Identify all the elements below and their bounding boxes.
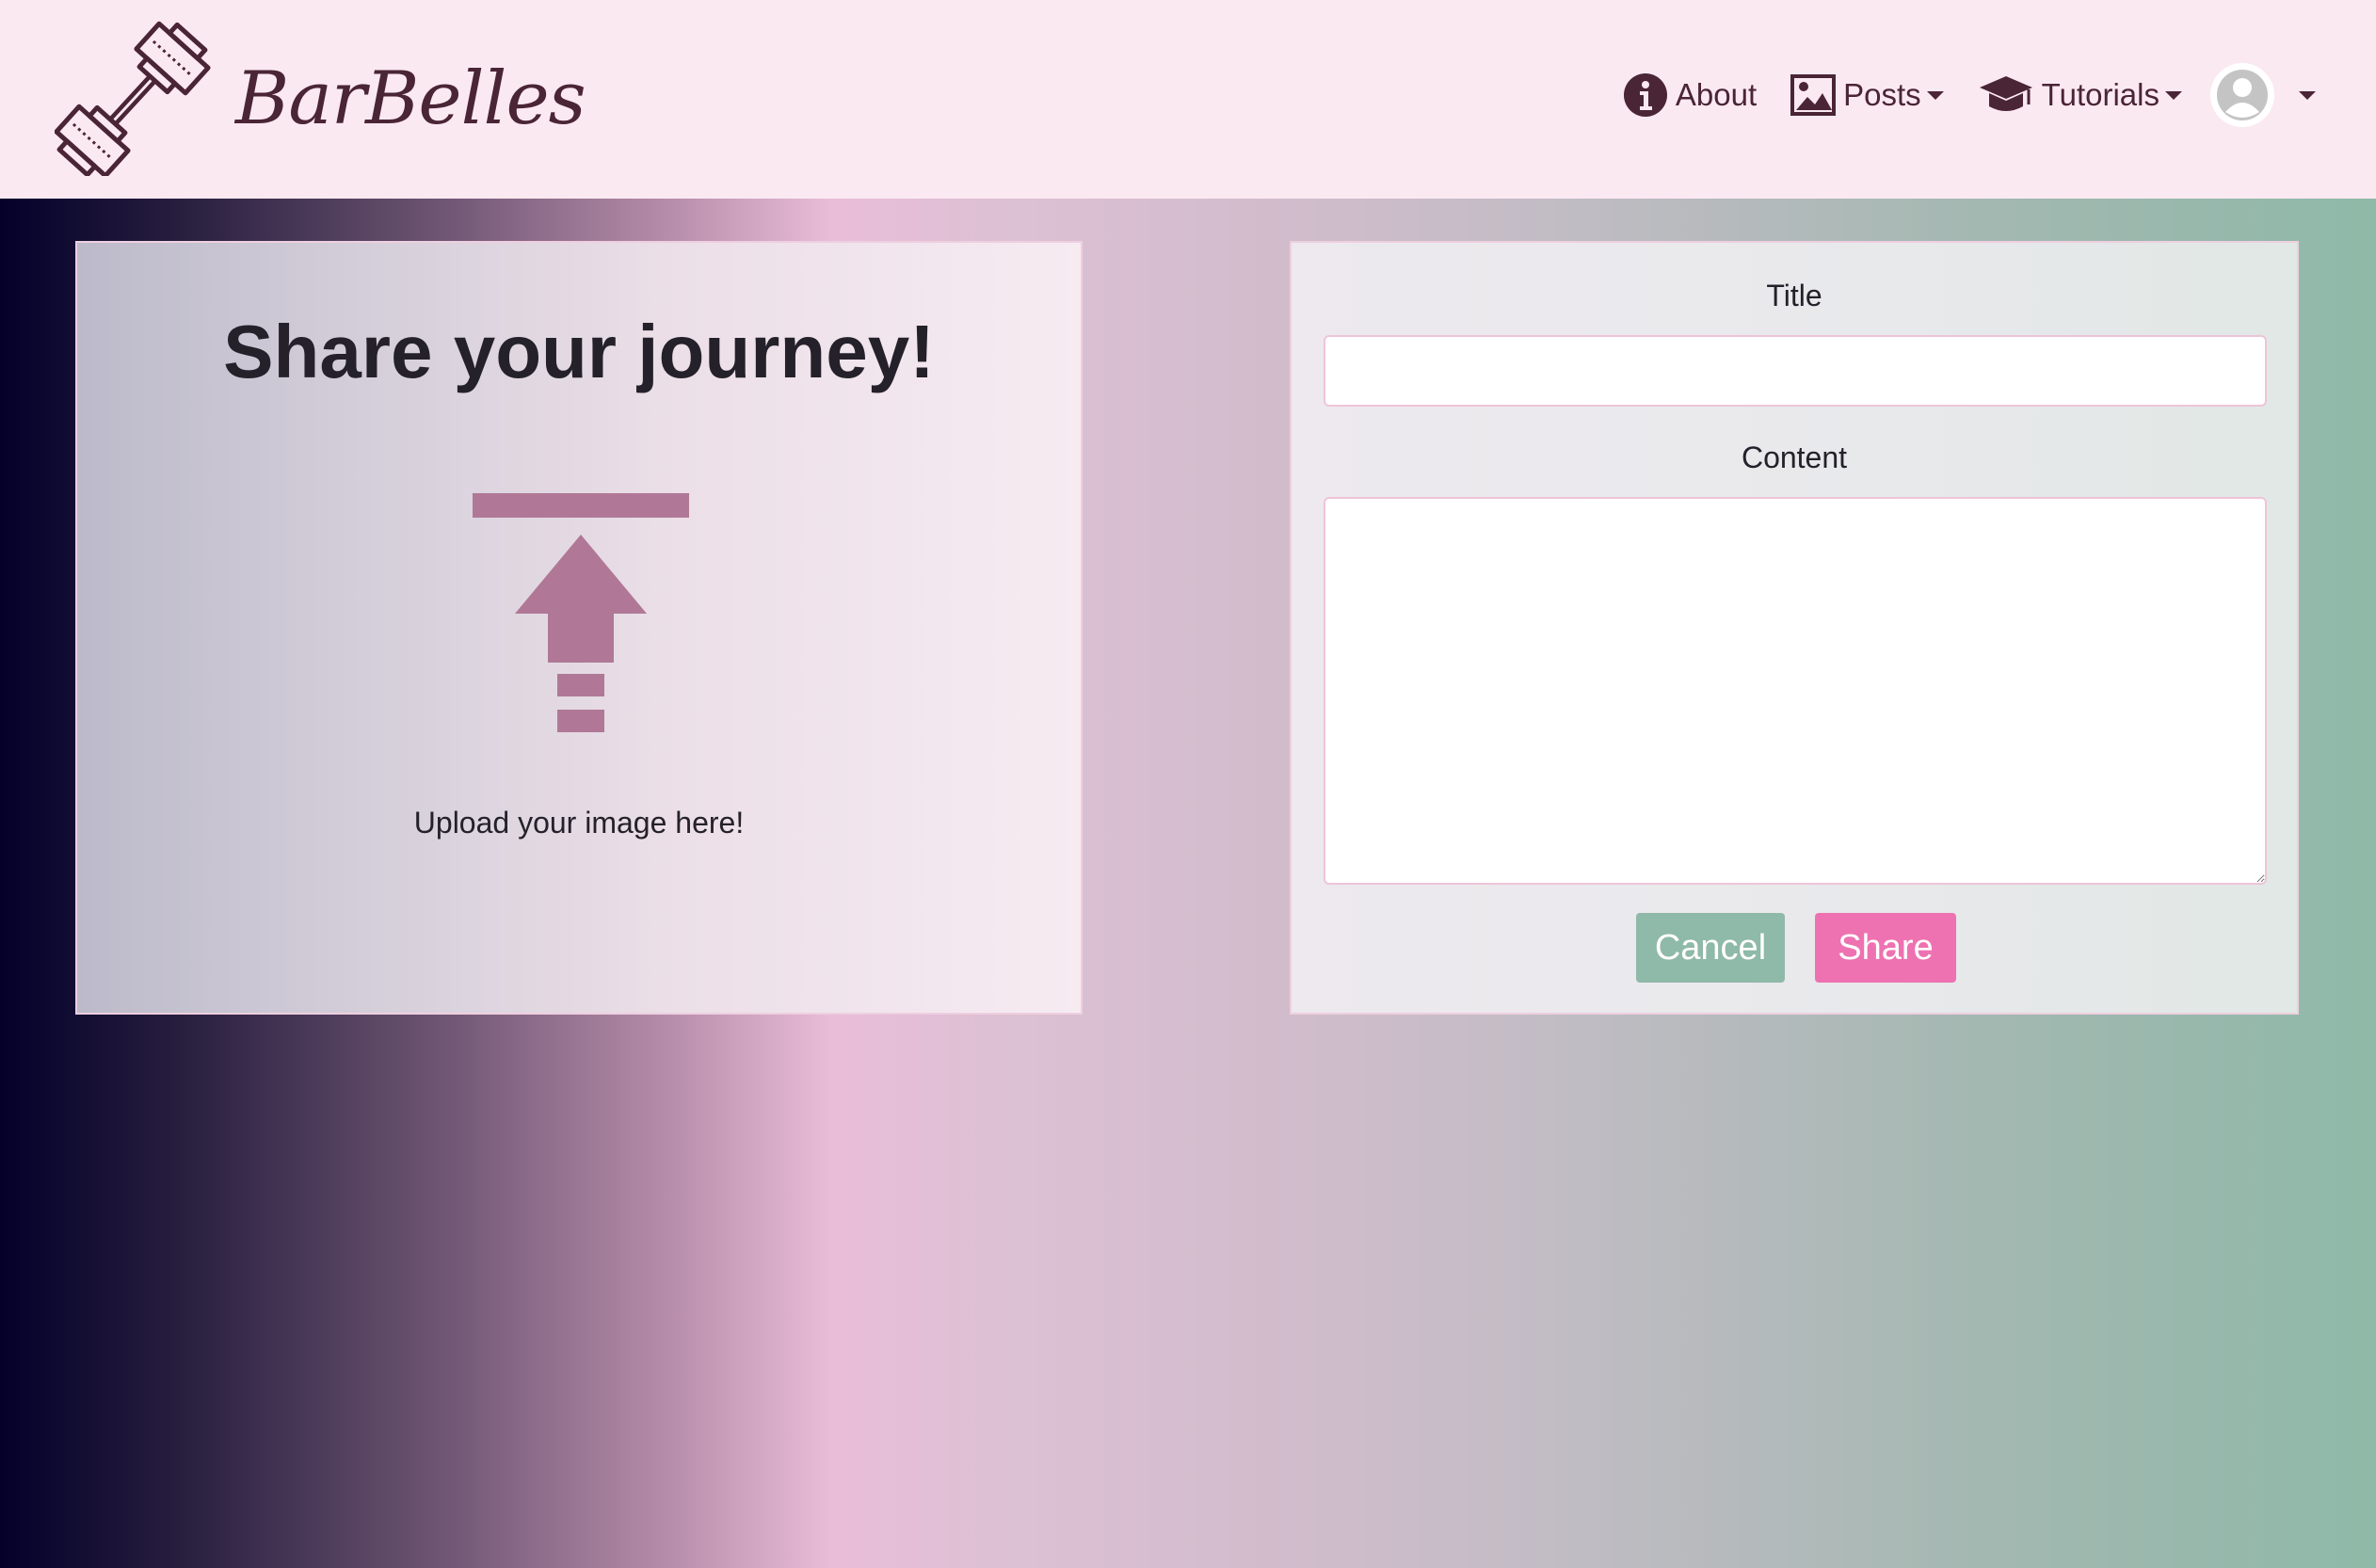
nav-about[interactable]: About	[1623, 72, 1757, 118]
brand-name: BarBelles	[235, 56, 586, 141]
content-label: Content	[1741, 440, 1848, 474]
upload-label: Upload your image here!	[413, 806, 745, 840]
navbar: BarBelles About Posts Tutorials	[0, 0, 2376, 199]
upload-card: Share your journey! Upload your image he…	[75, 241, 1083, 1015]
title-label: Title	[1766, 279, 1822, 312]
title-input[interactable]	[1324, 335, 2267, 407]
page-title: Share your journey!	[223, 310, 935, 393]
nav-about-label: About	[1675, 77, 1758, 112]
nav-tutorials-dropdown[interactable]: Tutorials	[1978, 72, 2182, 118]
share-button[interactable]: Share	[1815, 913, 1956, 983]
content-textarea[interactable]	[1324, 497, 2267, 885]
nav-posts-label: Posts	[1843, 77, 1921, 112]
graduation-cap-icon	[1978, 72, 2034, 118]
dumbbell-icon	[55, 21, 211, 176]
nav-menu: About Posts Tutorials	[1589, 62, 2316, 128]
cancel-button[interactable]: Cancel	[1636, 913, 1785, 983]
image-icon	[1790, 72, 1837, 118]
user-avatar-icon	[2210, 63, 2274, 127]
chevron-down-icon	[2299, 90, 2316, 100]
upload-arrow-icon[interactable]	[473, 493, 689, 734]
chevron-down-icon	[2165, 90, 2182, 100]
nav-tutorials-label: Tutorials	[2041, 77, 2159, 112]
info-circle-icon	[1623, 72, 1668, 118]
user-menu-dropdown[interactable]	[2210, 63, 2316, 127]
nav-posts-dropdown[interactable]: Posts	[1790, 72, 1944, 118]
post-form-card: Title Content Cancel Share	[1290, 241, 2299, 1015]
brand-link[interactable]: BarBelles	[55, 21, 586, 176]
chevron-down-icon	[1926, 90, 1944, 100]
